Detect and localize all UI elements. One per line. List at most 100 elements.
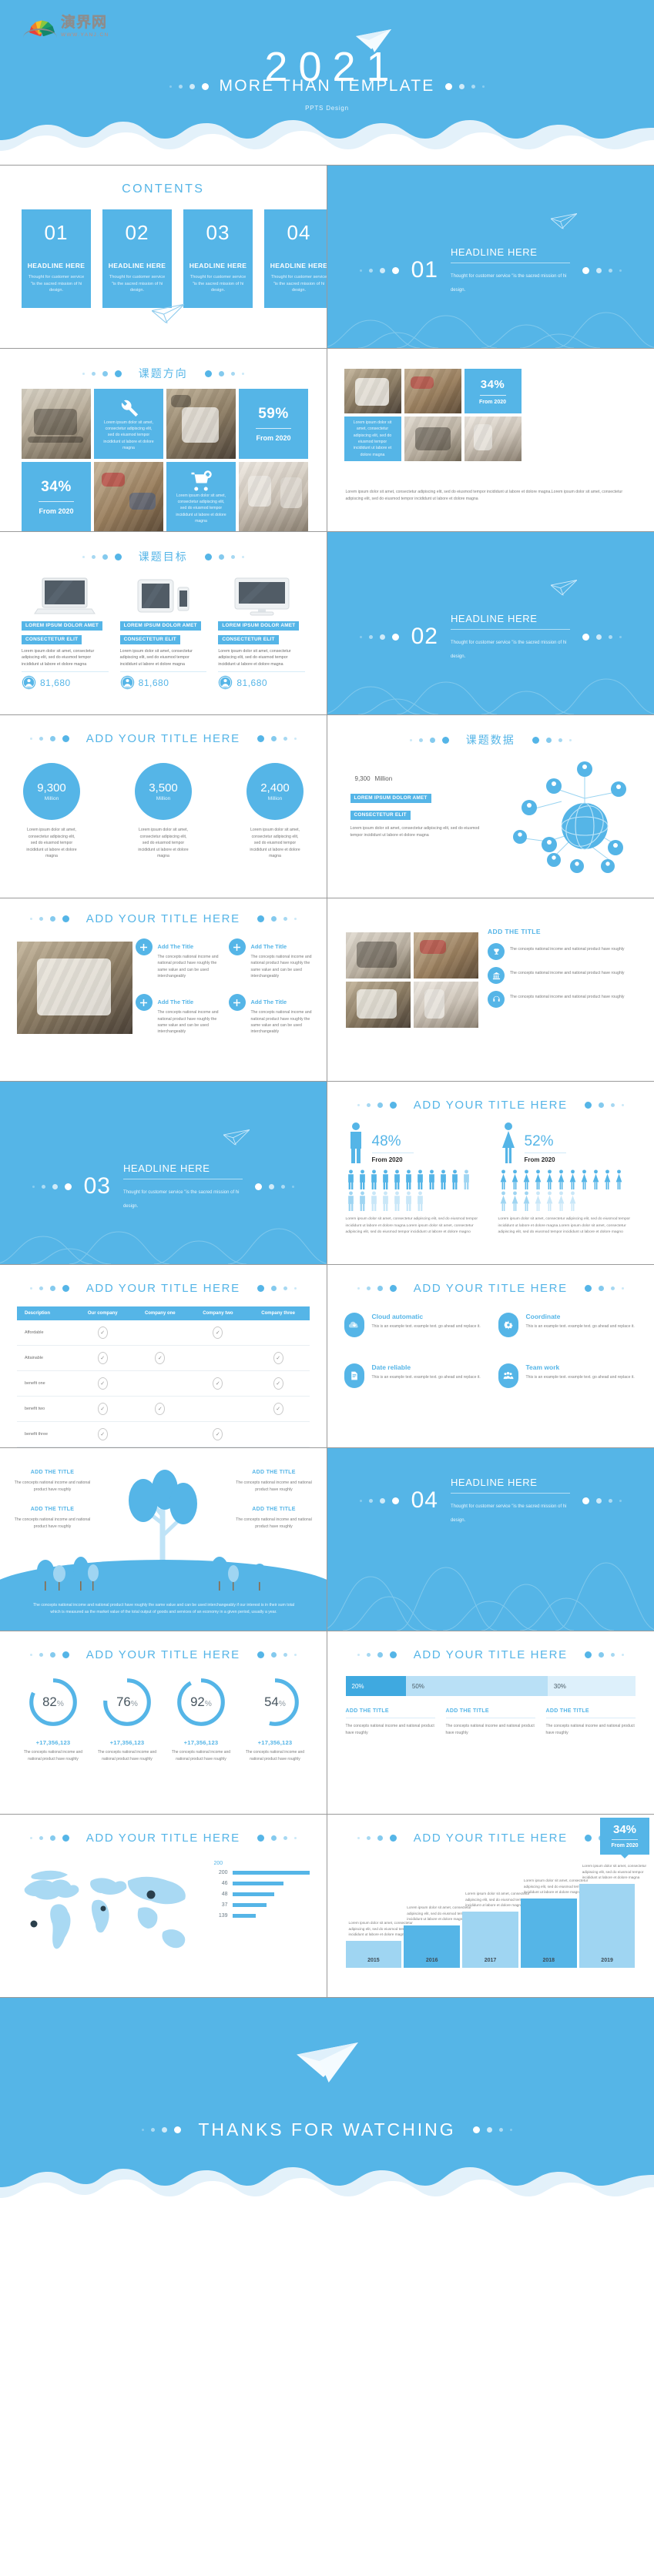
man-icon bbox=[371, 1191, 377, 1211]
content-card[interactable]: 03 HEADLINE HERE Thought for customer se… bbox=[183, 209, 253, 308]
logo-url: WWW.YANJ.CN bbox=[61, 32, 109, 38]
photo-tile bbox=[413, 982, 478, 1028]
bar-category-label: 2019 bbox=[601, 1958, 613, 1963]
thanks-slide: THANKS FOR WATCHING bbox=[0, 1998, 654, 2212]
table-row: benefit two ✓ ✓ ✓ bbox=[17, 1396, 310, 1422]
dots-right bbox=[584, 1285, 624, 1292]
photo-tile bbox=[17, 942, 132, 1034]
cell-check: ✓ bbox=[189, 1370, 247, 1397]
list-item[interactable]: Add The Title The concepts national inco… bbox=[228, 994, 313, 1035]
photo-tile bbox=[345, 932, 411, 979]
slide-section-02: 02 HEADLINE HERE Thought for customer se… bbox=[327, 532, 654, 715]
slide-title-row: 课题数据 bbox=[327, 732, 654, 748]
circle-value: 9,300 bbox=[37, 781, 66, 795]
dots-left bbox=[29, 1835, 69, 1842]
device-body: Lorem ipsum dolor sit amet, consectetur … bbox=[218, 649, 291, 667]
cell-check bbox=[189, 1345, 247, 1371]
check-icon: ✓ bbox=[273, 1352, 283, 1364]
circle-unit: Million bbox=[267, 796, 283, 801]
table-header-row: Description Our company Company one Comp… bbox=[17, 1306, 310, 1320]
dots-left bbox=[142, 2126, 182, 2133]
cell-check: ✓ bbox=[74, 1320, 132, 1346]
woman-icon bbox=[523, 1191, 529, 1211]
row-label: Affordable bbox=[17, 1320, 75, 1346]
annotation-sublabel: From 2020 bbox=[611, 1843, 639, 1848]
donut-caption: The concepts national income and nationa… bbox=[97, 1750, 157, 1761]
bar: Lorem ipsum dolor sit amet, consectetur … bbox=[404, 1905, 471, 1968]
segment-label: 50% bbox=[411, 1682, 424, 1690]
slide-title: ADD YOUR TITLE HERE bbox=[86, 1648, 240, 1661]
circle-caption: Lorem ipsum dolor sit amet, consectetur … bbox=[250, 828, 300, 859]
slide-section-04: 04 HEADLINE HERE Thought for customer se… bbox=[327, 1448, 654, 1631]
donut-chart: 82% bbox=[29, 1678, 77, 1726]
check-icon: ✓ bbox=[273, 1403, 283, 1415]
slide-title-row: 课题目标 bbox=[0, 549, 327, 564]
legend-row: 48 bbox=[214, 1892, 314, 1897]
dots-right bbox=[257, 915, 297, 922]
callout-body: The concepts national income and nationa… bbox=[14, 1480, 91, 1492]
content-card[interactable]: 04 HEADLINE HERE Thought for customer se… bbox=[264, 209, 327, 308]
dots-right bbox=[584, 1651, 624, 1658]
feature-item[interactable]: Team work This is an example text. examp… bbox=[498, 1363, 639, 1388]
progress-segment[interactable]: 50% bbox=[405, 1676, 548, 1696]
circle-stat: 9,300 Million Lorem ipsum dolor sit amet… bbox=[23, 763, 80, 860]
dots-left bbox=[357, 1651, 397, 1658]
paper-plane-icon bbox=[150, 303, 186, 330]
device-stat-value: 81,680 bbox=[40, 677, 71, 688]
feature-item[interactable]: Coordinate This is an example text. exam… bbox=[498, 1313, 639, 1337]
donut-chart: 92% bbox=[177, 1678, 225, 1726]
progress-segment[interactable]: 20% bbox=[345, 1676, 406, 1696]
stat-value: 34% bbox=[480, 377, 505, 391]
section-number: 04 bbox=[411, 1487, 438, 1513]
device-tag-secondary: CONSECTETUR ELIT bbox=[218, 634, 279, 644]
circle-unit: Million bbox=[156, 796, 171, 801]
cloud-outline-decoration bbox=[327, 1562, 654, 1631]
item-body: The concepts national income and nationa… bbox=[510, 947, 625, 952]
people-percent: 52% bbox=[524, 1133, 554, 1149]
check-icon: ✓ bbox=[155, 1352, 166, 1364]
section-body: Thought for customer service "is the sac… bbox=[450, 641, 567, 659]
list-item[interactable]: Add The Title The concepts national inco… bbox=[135, 994, 220, 1035]
dots-right bbox=[582, 266, 622, 274]
network-tag-secondary: CONSECTETUR ELIT bbox=[350, 810, 411, 820]
progress-segment[interactable]: 30% bbox=[547, 1676, 636, 1696]
feature-item[interactable]: Date reliable This is an example text. e… bbox=[344, 1363, 485, 1388]
cell-check bbox=[189, 1396, 247, 1422]
list-item[interactable]: The concepts national income and nationa… bbox=[488, 991, 639, 1008]
woman-icon bbox=[535, 1191, 541, 1211]
woman-icon bbox=[581, 1169, 587, 1189]
man-icon bbox=[359, 1191, 365, 1211]
slide-world-map: ADD YOUR TITLE HERE 200 200 46 48 37 139 bbox=[0, 1815, 327, 1998]
item-body: The concepts national income and nationa… bbox=[250, 955, 312, 979]
donut-stat: 92% +17,356,123 The concepts national inco… bbox=[168, 1674, 234, 1762]
list-item[interactable]: The concepts national income and nationa… bbox=[488, 967, 639, 984]
people-icon-rows bbox=[346, 1169, 481, 1211]
content-card[interactable]: 01 HEADLINE HERE Thought for customer se… bbox=[22, 209, 91, 308]
row-label: Attainable bbox=[17, 1345, 75, 1371]
bar-column: Lorem ipsum dolor sit amet, consectetur … bbox=[579, 1864, 646, 1968]
woman-icon bbox=[569, 1191, 575, 1211]
network-text-block: 9,300 Million LOREM IPSUM DOLOR AMET CONS… bbox=[350, 769, 480, 838]
card-headline: HEADLINE HERE bbox=[189, 262, 247, 269]
map-legend: 200 200 46 48 37 139 bbox=[214, 1861, 314, 1924]
slide-circle-stats: ADD YOUR TITLE HERE 9,300 Million Lorem … bbox=[0, 715, 327, 898]
photo-tile bbox=[239, 462, 308, 531]
legend-row: 37 bbox=[214, 1902, 314, 1908]
dots-right bbox=[257, 735, 297, 742]
list-item[interactable]: The concepts national income and nationa… bbox=[488, 943, 639, 960]
segment-label: 30% bbox=[553, 1682, 566, 1690]
content-card[interactable]: 02 HEADLINE HERE Thought for customer se… bbox=[102, 209, 172, 308]
man-icon bbox=[405, 1191, 411, 1211]
card-number: 03 bbox=[206, 221, 230, 244]
list-item[interactable]: Add The Title The concepts national inco… bbox=[135, 938, 220, 979]
legend-row: 200 bbox=[214, 1870, 314, 1875]
item-headline: Add The Title bbox=[157, 999, 194, 1006]
list-item[interactable]: Add The Title The concepts national inco… bbox=[228, 938, 313, 979]
tree-callout: ADD THE TITLE The concepts national inco… bbox=[234, 1505, 314, 1531]
feature-item[interactable]: Cloud automatic This is an example text.… bbox=[344, 1313, 485, 1337]
photo-pair bbox=[345, 932, 478, 1028]
donut-caption: The concepts national income and nationa… bbox=[23, 1750, 83, 1761]
wrench-tile: Lorem ipsum dolor sit amet, consectetur … bbox=[94, 389, 163, 459]
tree-callout: ADD THE TITLE The concepts national inco… bbox=[12, 1468, 92, 1494]
item-body: The concepts national income and nationa… bbox=[510, 971, 625, 975]
